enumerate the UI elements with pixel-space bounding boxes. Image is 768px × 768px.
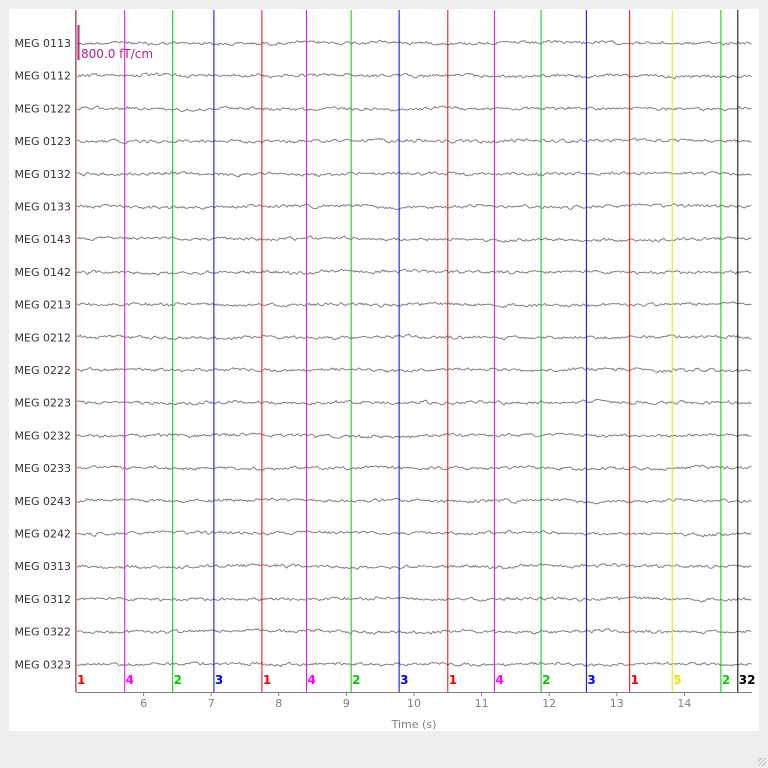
x-tick-label: 11 (475, 697, 489, 710)
channel-trace (76, 203, 752, 211)
channel-label: MEG 0143 (15, 233, 71, 246)
channel-trace (76, 563, 752, 571)
channel-trace (76, 268, 752, 276)
channel-trace (76, 170, 752, 178)
channel-label: MEG 0313 (15, 560, 71, 573)
event-label: 1 (449, 673, 457, 687)
channel-trace (76, 137, 752, 144)
channel-label: MEG 0322 (15, 626, 71, 639)
channel-label: MEG 0243 (15, 495, 71, 508)
channel-trace (76, 529, 752, 538)
channel-trace (76, 72, 752, 80)
channel-trace (76, 398, 752, 406)
event-label: 1 (263, 673, 271, 687)
channel-trace (76, 627, 752, 635)
event-label: 3 (215, 673, 223, 687)
event-label: 4 (308, 673, 316, 687)
event-lines: 1 4 2 3 1 4 2 3 1 4 2 3 1 5 2 32 (75, 10, 756, 692)
channel-label: MEG 0112 (15, 70, 71, 83)
meg-raw-plot[interactable]: 1 4 2 3 1 4 2 3 1 4 2 3 1 5 2 32 6 7 8 9 10 11 12 13 14Time (s)… (0, 0, 768, 768)
x-axis-title: Time (s) (391, 718, 437, 731)
event-label: 4 (126, 673, 134, 687)
channel-label: MEG 0142 (15, 266, 71, 279)
channel-trace (76, 333, 752, 341)
channel-label: MEG 0122 (15, 102, 71, 115)
event-label: 5 (673, 673, 681, 687)
scale-bar-label: 800.0 fT/cm (81, 47, 153, 61)
event-label: 1 (77, 673, 85, 687)
channel-label: MEG 0132 (15, 168, 71, 181)
x-tick-label: 8 (275, 697, 282, 710)
x-tick-label: 12 (542, 697, 556, 710)
channel-trace (76, 301, 752, 309)
event-label: 3 (587, 673, 595, 687)
channel-label: MEG 0233 (15, 462, 71, 475)
event-label: 2 (352, 673, 360, 687)
channel-trace (76, 596, 752, 603)
channel-label: MEG 0222 (15, 364, 71, 377)
channel-label: MEG 0212 (15, 331, 71, 344)
x-tick-label: 13 (610, 697, 624, 710)
channel-label: MEG 0232 (15, 429, 71, 442)
channel-trace (76, 39, 752, 47)
resize-grip-icon[interactable] (758, 758, 766, 766)
x-tick-label: 9 (343, 697, 350, 710)
event-label: 4 (495, 673, 503, 687)
channel-label: MEG 0113 (15, 37, 71, 50)
channel-trace (76, 366, 752, 374)
event-label: 32 (739, 673, 756, 687)
channel-trace (76, 497, 752, 505)
x-tick-label: 6 (140, 697, 147, 710)
event-label: 1 (631, 673, 639, 687)
channel-trace (76, 235, 752, 244)
event-label: 2 (722, 673, 730, 687)
channel-trace (76, 432, 752, 439)
channel-labels: MEG 0113 MEG 0112 MEG 0122 MEG 0123 MEG 0132… (15, 37, 71, 671)
channel-trace (76, 661, 752, 668)
event-label: 3 (400, 673, 408, 687)
channel-trace (76, 105, 752, 113)
channel-label: MEG 0223 (15, 397, 71, 410)
x-tick-label: 14 (677, 697, 691, 710)
x-tick-label: 10 (407, 697, 421, 710)
event-label: 2 (174, 673, 182, 687)
channel-label: MEG 0133 (15, 201, 71, 214)
channel-label: MEG 0242 (15, 528, 71, 541)
event-label: 2 (542, 673, 550, 687)
channel-trace (76, 464, 752, 472)
x-tick-label: 7 (208, 697, 215, 710)
channel-label: MEG 0213 (15, 299, 71, 312)
channel-label: MEG 0323 (15, 658, 71, 671)
channel-traces (76, 39, 752, 668)
channel-label: MEG 0312 (15, 593, 71, 606)
channel-label: MEG 0123 (15, 135, 71, 148)
